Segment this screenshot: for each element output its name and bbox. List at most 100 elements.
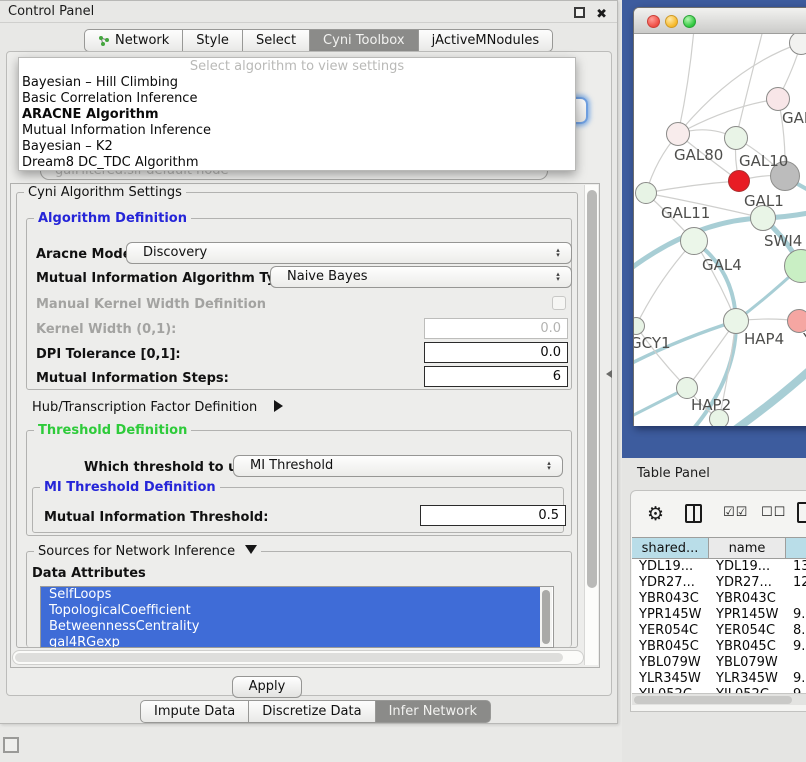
- column-header-partial[interactable]: [786, 538, 806, 558]
- split-pane-collapse-icon[interactable]: [606, 370, 612, 378]
- aracne-mode-combobox[interactable]: Discovery ▴▾: [126, 242, 572, 264]
- select-all-columns-icon[interactable]: ☑☑: [723, 505, 748, 520]
- dpi-tolerance-input[interactable]: 0.0: [424, 342, 568, 363]
- manual-kernel-checkbox[interactable]: [552, 296, 566, 310]
- cell: YPR145W: [709, 607, 786, 623]
- tab-label: jActiveMNodules: [432, 33, 540, 48]
- which-threshold-combobox[interactable]: MI Threshold ▴▾: [233, 455, 563, 477]
- tab-label: Infer Network: [389, 704, 477, 719]
- network-node-gal10[interactable]: [724, 126, 748, 150]
- settings-horizontal-scrollbar[interactable]: [12, 650, 584, 665]
- table-row[interactable]: YBR043C YBR043C: [632, 591, 806, 607]
- attribute-item-selected[interactable]: gal4RGexp: [41, 635, 540, 648]
- sources-group-title: Sources for Network Inference: [34, 544, 261, 559]
- dropdown-item[interactable]: Mutual Information Inference: [19, 123, 575, 139]
- zoom-traffic-light-icon[interactable]: [683, 15, 696, 28]
- tab-jactivemnodules[interactable]: jActiveMNodules: [418, 29, 554, 52]
- node-label: HAP2: [691, 396, 731, 414]
- tab-label: Discretize Data: [262, 704, 361, 719]
- close-icon[interactable]: ✖: [596, 4, 607, 26]
- mi-type-combobox[interactable]: Naive Bayes ▴▾: [270, 266, 572, 288]
- expand-arrow-icon[interactable]: [274, 400, 283, 412]
- column-layout-icon[interactable]: [685, 504, 702, 523]
- dropdown-item[interactable]: Bayesian – K2: [19, 139, 575, 155]
- network-node-gal4[interactable]: [680, 227, 708, 255]
- network-node-gal1-selected[interactable]: [728, 170, 750, 192]
- new-table-icon[interactable]: [797, 502, 806, 523]
- tab-select[interactable]: Select: [242, 29, 309, 52]
- table-row[interactable]: YER054C YER054C 8.: [632, 623, 806, 639]
- node-label: GAL10: [739, 152, 788, 170]
- table-row[interactable]: YBL079W YBL079W: [632, 655, 806, 671]
- control-panel-titlebar: Control Panel ✖: [0, 1, 617, 23]
- mi-type-value: Naive Bayes: [287, 269, 367, 284]
- table-panel: Table Panel ⚙ ☑☑ ☐☐ shared... name YDL19…: [622, 458, 806, 762]
- panel-resize-grip[interactable]: [3, 737, 19, 753]
- control-panel-tabbar: Network Style Select Cyni Toolbox jActiv…: [84, 29, 553, 52]
- attribute-item-selected[interactable]: SelfLoops: [41, 587, 540, 603]
- dpi-tolerance-label: DPI Tolerance [0,1]:: [36, 347, 181, 362]
- cell: YDL19...: [632, 559, 709, 575]
- mi-steps-input[interactable]: 6: [424, 366, 568, 387]
- settings-vertical-scrollbar[interactable]: [584, 185, 598, 665]
- scrollbar-thumb[interactable]: [15, 653, 563, 662]
- network-node-gal80[interactable]: [666, 122, 690, 146]
- table-row[interactable]: YLR345W YLR345W 9.: [632, 671, 806, 687]
- tab-impute-data[interactable]: Impute Data: [140, 700, 248, 723]
- dropdown-item[interactable]: Basic Correlation Inference: [19, 91, 575, 107]
- sources-title-text: Sources for Network Inference: [38, 544, 235, 559]
- table-row[interactable]: YDL19... YDL19... 13: [632, 559, 806, 575]
- tab-discretize-data[interactable]: Discretize Data: [248, 700, 374, 723]
- apply-button[interactable]: Apply: [232, 676, 302, 698]
- column-header-shared-name[interactable]: shared...: [632, 538, 709, 558]
- gear-icon[interactable]: ⚙: [647, 503, 664, 525]
- combo-stepper-icon: ▴▾: [543, 457, 555, 475]
- mi-threshold-input[interactable]: 0.5: [420, 505, 566, 526]
- dropdown-item[interactable]: Bayesian – Hill Climbing: [19, 75, 575, 91]
- network-view-window[interactable]: GAL GAL80 GAL10 GAL1 GAL11 SWI4 GAL4 HAP…: [633, 7, 806, 426]
- tab-infer-network[interactable]: Infer Network: [375, 700, 491, 723]
- float-window-icon[interactable]: [574, 7, 585, 18]
- tab-label: Cyni Toolbox: [323, 33, 405, 48]
- scrollbar-thumb[interactable]: [587, 190, 597, 588]
- hub-definition-label[interactable]: Hub/Transcription Factor Definition: [32, 400, 257, 415]
- network-window-titlebar[interactable]: [634, 8, 806, 34]
- table-row[interactable]: YBR045C YBR045C 9.: [632, 639, 806, 655]
- tab-label: Impute Data: [154, 704, 235, 719]
- scrollbar-thumb[interactable]: [634, 696, 792, 704]
- tab-network[interactable]: Network: [84, 29, 182, 52]
- cell: [786, 591, 806, 607]
- attribute-item-selected[interactable]: TopologicalCoefficient: [41, 603, 540, 619]
- cell: 8.: [786, 623, 806, 639]
- node-label: GAL11: [661, 204, 710, 222]
- dropdown-item[interactable]: Dream8 DC_TDC Algorithm: [19, 155, 575, 171]
- node-label: HAP4: [744, 330, 784, 348]
- cell: 9.: [786, 671, 806, 687]
- table-panel-title: Table Panel: [637, 466, 710, 481]
- attributes-scrollbar[interactable]: [540, 587, 552, 647]
- network-node-gal11[interactable]: [635, 182, 657, 204]
- deselect-all-columns-icon[interactable]: ☐☐: [761, 505, 786, 520]
- cell: 12: [786, 575, 806, 591]
- cell: YDR27...: [709, 575, 786, 591]
- network-canvas[interactable]: GAL GAL80 GAL10 GAL1 GAL11 SWI4 GAL4 HAP…: [634, 34, 806, 426]
- tab-label: Style: [196, 33, 229, 48]
- dropdown-item-selected[interactable]: ARACNE Algorithm: [19, 107, 575, 123]
- column-header-name[interactable]: name: [709, 538, 786, 558]
- data-attributes-list[interactable]: SelfLoops TopologicalCoefficient Between…: [40, 586, 554, 648]
- scrollbar-thumb[interactable]: [542, 590, 550, 644]
- table-horizontal-scrollbar[interactable]: [632, 693, 806, 705]
- table-row[interactable]: YDR27... YDR27... 12: [632, 575, 806, 591]
- collapse-arrow-icon[interactable]: [245, 545, 257, 554]
- attribute-item-selected[interactable]: BetweennessCentrality: [41, 619, 540, 635]
- minimize-traffic-light-icon[interactable]: [665, 15, 678, 28]
- network-node[interactable]: [766, 87, 790, 111]
- tab-label: Select: [256, 33, 296, 48]
- dropdown-placeholder: Select algorithm to view settings: [19, 58, 575, 75]
- tab-cyni-toolbox[interactable]: Cyni Toolbox: [309, 29, 418, 52]
- close-traffic-light-icon[interactable]: [647, 15, 660, 28]
- tab-style[interactable]: Style: [182, 29, 242, 52]
- table-row[interactable]: YPR145W YPR145W 9.: [632, 607, 806, 623]
- kernel-width-input[interactable]: 0.0: [424, 318, 568, 339]
- manual-kernel-label: Manual Kernel Width Definition: [36, 297, 266, 312]
